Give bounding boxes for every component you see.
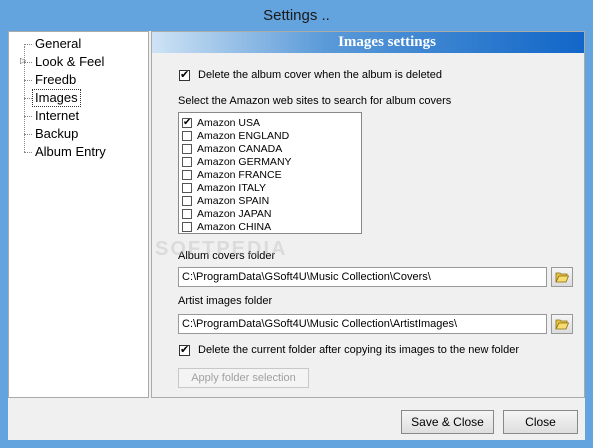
- amazon-sites-label: Select the Amazon web sites to search fo…: [178, 95, 452, 107]
- site-label: Amazon USA: [197, 116, 261, 129]
- site-checkbox[interactable]: [182, 116, 192, 130]
- tree-item-internet[interactable]: Internet: [33, 108, 81, 124]
- covers-folder-input[interactable]: C:\ProgramData\GSoft4U\Music Collection\…: [178, 267, 547, 287]
- tree-connector: [24, 152, 32, 153]
- watermark: SOFTPEDIA: [155, 238, 288, 260]
- artist-folder-label: Artist images folder: [178, 295, 273, 307]
- site-label: Amazon JAPAN: [197, 207, 272, 220]
- site-checkbox[interactable]: [182, 182, 192, 193]
- site-checkbox[interactable]: [182, 221, 192, 232]
- browse-covers-button[interactable]: [551, 267, 573, 287]
- tree-item-freedb[interactable]: Freedb: [33, 72, 78, 88]
- site-checkbox[interactable]: [182, 169, 192, 180]
- tree-connector: [24, 98, 32, 99]
- folder-open-icon: [555, 272, 569, 283]
- delete-folder-label: Delete the current folder after copying …: [198, 344, 520, 356]
- tree-item-look-feel[interactable]: Look & Feel: [33, 54, 106, 70]
- site-label: Amazon SPAIN: [197, 194, 270, 207]
- site-checkbox[interactable]: [182, 156, 192, 167]
- site-label: Amazon ITALY: [197, 181, 267, 194]
- amazon-site-item[interactable]: Amazon USA: [182, 116, 261, 130]
- tree-connector: [24, 134, 32, 135]
- folder-open-icon: [555, 319, 569, 330]
- settings-tree[interactable]: ▷ General Look & Feel Freedb Images Inte…: [8, 31, 149, 398]
- delete-cover-label: Delete the album cover when the album is…: [198, 69, 442, 81]
- amazon-site-item[interactable]: Amazon JAPAN: [182, 207, 272, 220]
- site-checkbox[interactable]: [182, 130, 192, 141]
- amazon-site-item[interactable]: Amazon FRANCE: [182, 168, 282, 181]
- dialog-client-area: ▷ General Look & Feel Freedb Images Inte…: [8, 31, 585, 440]
- amazon-site-item[interactable]: Amazon GERMANY: [182, 155, 292, 168]
- site-checkbox[interactable]: [182, 195, 192, 206]
- tree-item-images[interactable]: Images: [32, 89, 81, 107]
- site-label: Amazon GERMANY: [197, 155, 292, 168]
- site-label: Amazon CANADA: [197, 142, 283, 155]
- amazon-sites-list[interactable]: Amazon USA Amazon ENGLAND Amazon CANADA …: [178, 112, 362, 234]
- expand-arrow-icon[interactable]: ▷: [20, 56, 26, 65]
- save-close-button[interactable]: Save & Close: [401, 410, 494, 434]
- browse-artist-button[interactable]: [551, 314, 573, 334]
- delete-cover-checkbox[interactable]: [179, 68, 190, 82]
- tree-connector: [24, 116, 32, 117]
- delete-folder-option[interactable]: Delete the current folder after copying …: [179, 343, 520, 357]
- site-label: Amazon FRANCE: [197, 168, 282, 181]
- delete-cover-option[interactable]: Delete the album cover when the album is…: [179, 68, 442, 82]
- site-label: Amazon CHINA: [197, 220, 272, 233]
- amazon-site-item[interactable]: Amazon CANADA: [182, 142, 282, 155]
- artist-folder-input[interactable]: C:\ProgramData\GSoft4U\Music Collection\…: [178, 314, 547, 334]
- site-checkbox[interactable]: [182, 208, 192, 219]
- amazon-site-item[interactable]: Amazon CHINA: [182, 220, 271, 233]
- apply-folder-button[interactable]: Apply folder selection: [178, 368, 309, 388]
- amazon-site-item[interactable]: Amazon ITALY: [182, 181, 266, 194]
- tree-item-general[interactable]: General: [33, 36, 83, 52]
- panel-title: Images settings: [152, 32, 584, 53]
- tree-item-album-entry[interactable]: Album Entry: [33, 144, 108, 160]
- images-settings-panel: Images settings Delete the album cover w…: [151, 31, 585, 398]
- delete-folder-checkbox[interactable]: [179, 343, 190, 357]
- site-label: Amazon ENGLAND: [197, 129, 290, 142]
- tree-item-backup[interactable]: Backup: [33, 126, 80, 142]
- settings-window: Settings .. ▷ General Look & Feel Freedb…: [0, 0, 593, 448]
- amazon-site-item[interactable]: Amazon SPAIN: [182, 194, 269, 207]
- window-title: Settings ..: [263, 6, 330, 24]
- close-button[interactable]: Close: [503, 410, 578, 434]
- site-checkbox[interactable]: [182, 143, 192, 154]
- tree-connector: [24, 44, 32, 45]
- tree-connector: [24, 80, 32, 81]
- amazon-site-item[interactable]: Amazon ENGLAND: [182, 129, 289, 142]
